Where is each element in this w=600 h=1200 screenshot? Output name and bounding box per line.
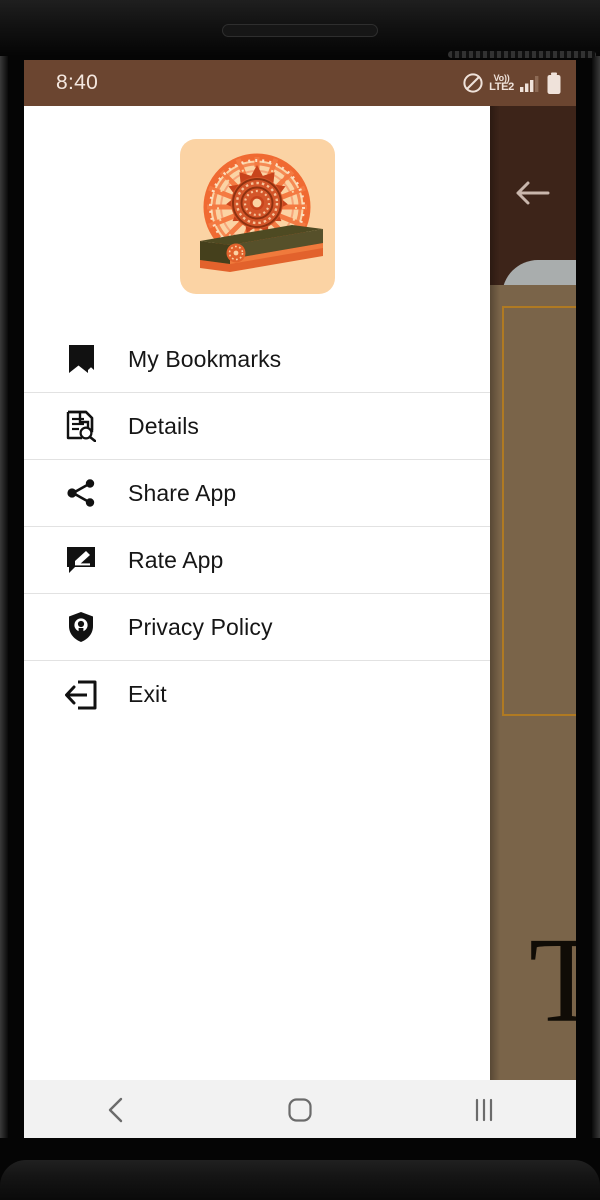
back-arrow-icon[interactable] bbox=[512, 178, 552, 208]
home-square-icon bbox=[288, 1098, 312, 1122]
background-decor-triangles bbox=[564, 720, 576, 800]
phone-device-frame: T 8:40 Vo)) LTE2 My Bookmarks Details Sh… bbox=[0, 0, 600, 1200]
recents-bars-icon bbox=[475, 1098, 493, 1122]
drawer-item-exit[interactable]: Exit bbox=[24, 661, 490, 728]
logout-icon bbox=[64, 678, 98, 712]
drawer-item-privacy-policy[interactable]: Privacy Policy bbox=[24, 594, 490, 661]
drawer-item-label: My Bookmarks bbox=[128, 345, 282, 372]
drawer-item-my-bookmarks[interactable]: My Bookmarks bbox=[24, 326, 490, 393]
navigation-drawer: My Bookmarks Details Share App Rate App … bbox=[24, 106, 490, 1080]
drawer-item-label: Details bbox=[128, 412, 200, 439]
app-logo-dharma-wheel-book bbox=[179, 138, 335, 294]
document-search-icon bbox=[64, 409, 98, 443]
drawer-item-rate-app[interactable]: Rate App bbox=[24, 527, 490, 594]
signal-bars-icon bbox=[520, 76, 539, 92]
chevron-left-icon bbox=[108, 1097, 123, 1123]
device-left-edge bbox=[0, 0, 8, 1200]
status-icon-group: Vo)) LTE2 bbox=[462, 72, 562, 95]
app-icon-header bbox=[24, 106, 490, 326]
bookmark-icon bbox=[64, 342, 98, 376]
drawer-item-label: Share App bbox=[128, 479, 237, 506]
recents-nav-button[interactable] bbox=[454, 1090, 514, 1130]
back-nav-button[interactable] bbox=[86, 1090, 146, 1130]
battery-full-icon bbox=[547, 72, 561, 94]
phone-screen: T 8:40 Vo)) LTE2 My Bookmarks Details Sh… bbox=[24, 60, 576, 1140]
status-bar: 8:40 Vo)) LTE2 bbox=[24, 60, 576, 106]
speaker-grille-dots bbox=[448, 51, 596, 58]
drawer-item-label: Exit bbox=[128, 681, 167, 707]
shield-privacy-icon bbox=[64, 610, 98, 644]
background-decor-border bbox=[502, 306, 576, 716]
drawer-item-label: Privacy Policy bbox=[128, 613, 273, 640]
home-nav-button[interactable] bbox=[270, 1090, 330, 1130]
rate-review-icon bbox=[64, 543, 98, 577]
no-sound-icon bbox=[463, 73, 483, 93]
android-navigation-bar bbox=[24, 1080, 576, 1140]
device-right-edge bbox=[592, 0, 600, 1200]
status-clock: 8:40 bbox=[56, 71, 99, 94]
background-page-letter: T bbox=[529, 913, 576, 1048]
earpiece-speaker-grille bbox=[222, 24, 596, 58]
device-top-bezel bbox=[0, 0, 600, 58]
drawer-item-label: Rate App bbox=[128, 546, 224, 573]
device-bottom-chin bbox=[0, 1160, 600, 1200]
device-bottom-bezel bbox=[0, 1138, 600, 1200]
share-nodes-icon bbox=[64, 476, 98, 510]
drawer-item-share-app[interactable]: Share App bbox=[24, 460, 490, 527]
drawer-item-details[interactable]: Details bbox=[24, 393, 490, 460]
volte-indicator: Vo)) LTE2 bbox=[489, 72, 514, 94]
